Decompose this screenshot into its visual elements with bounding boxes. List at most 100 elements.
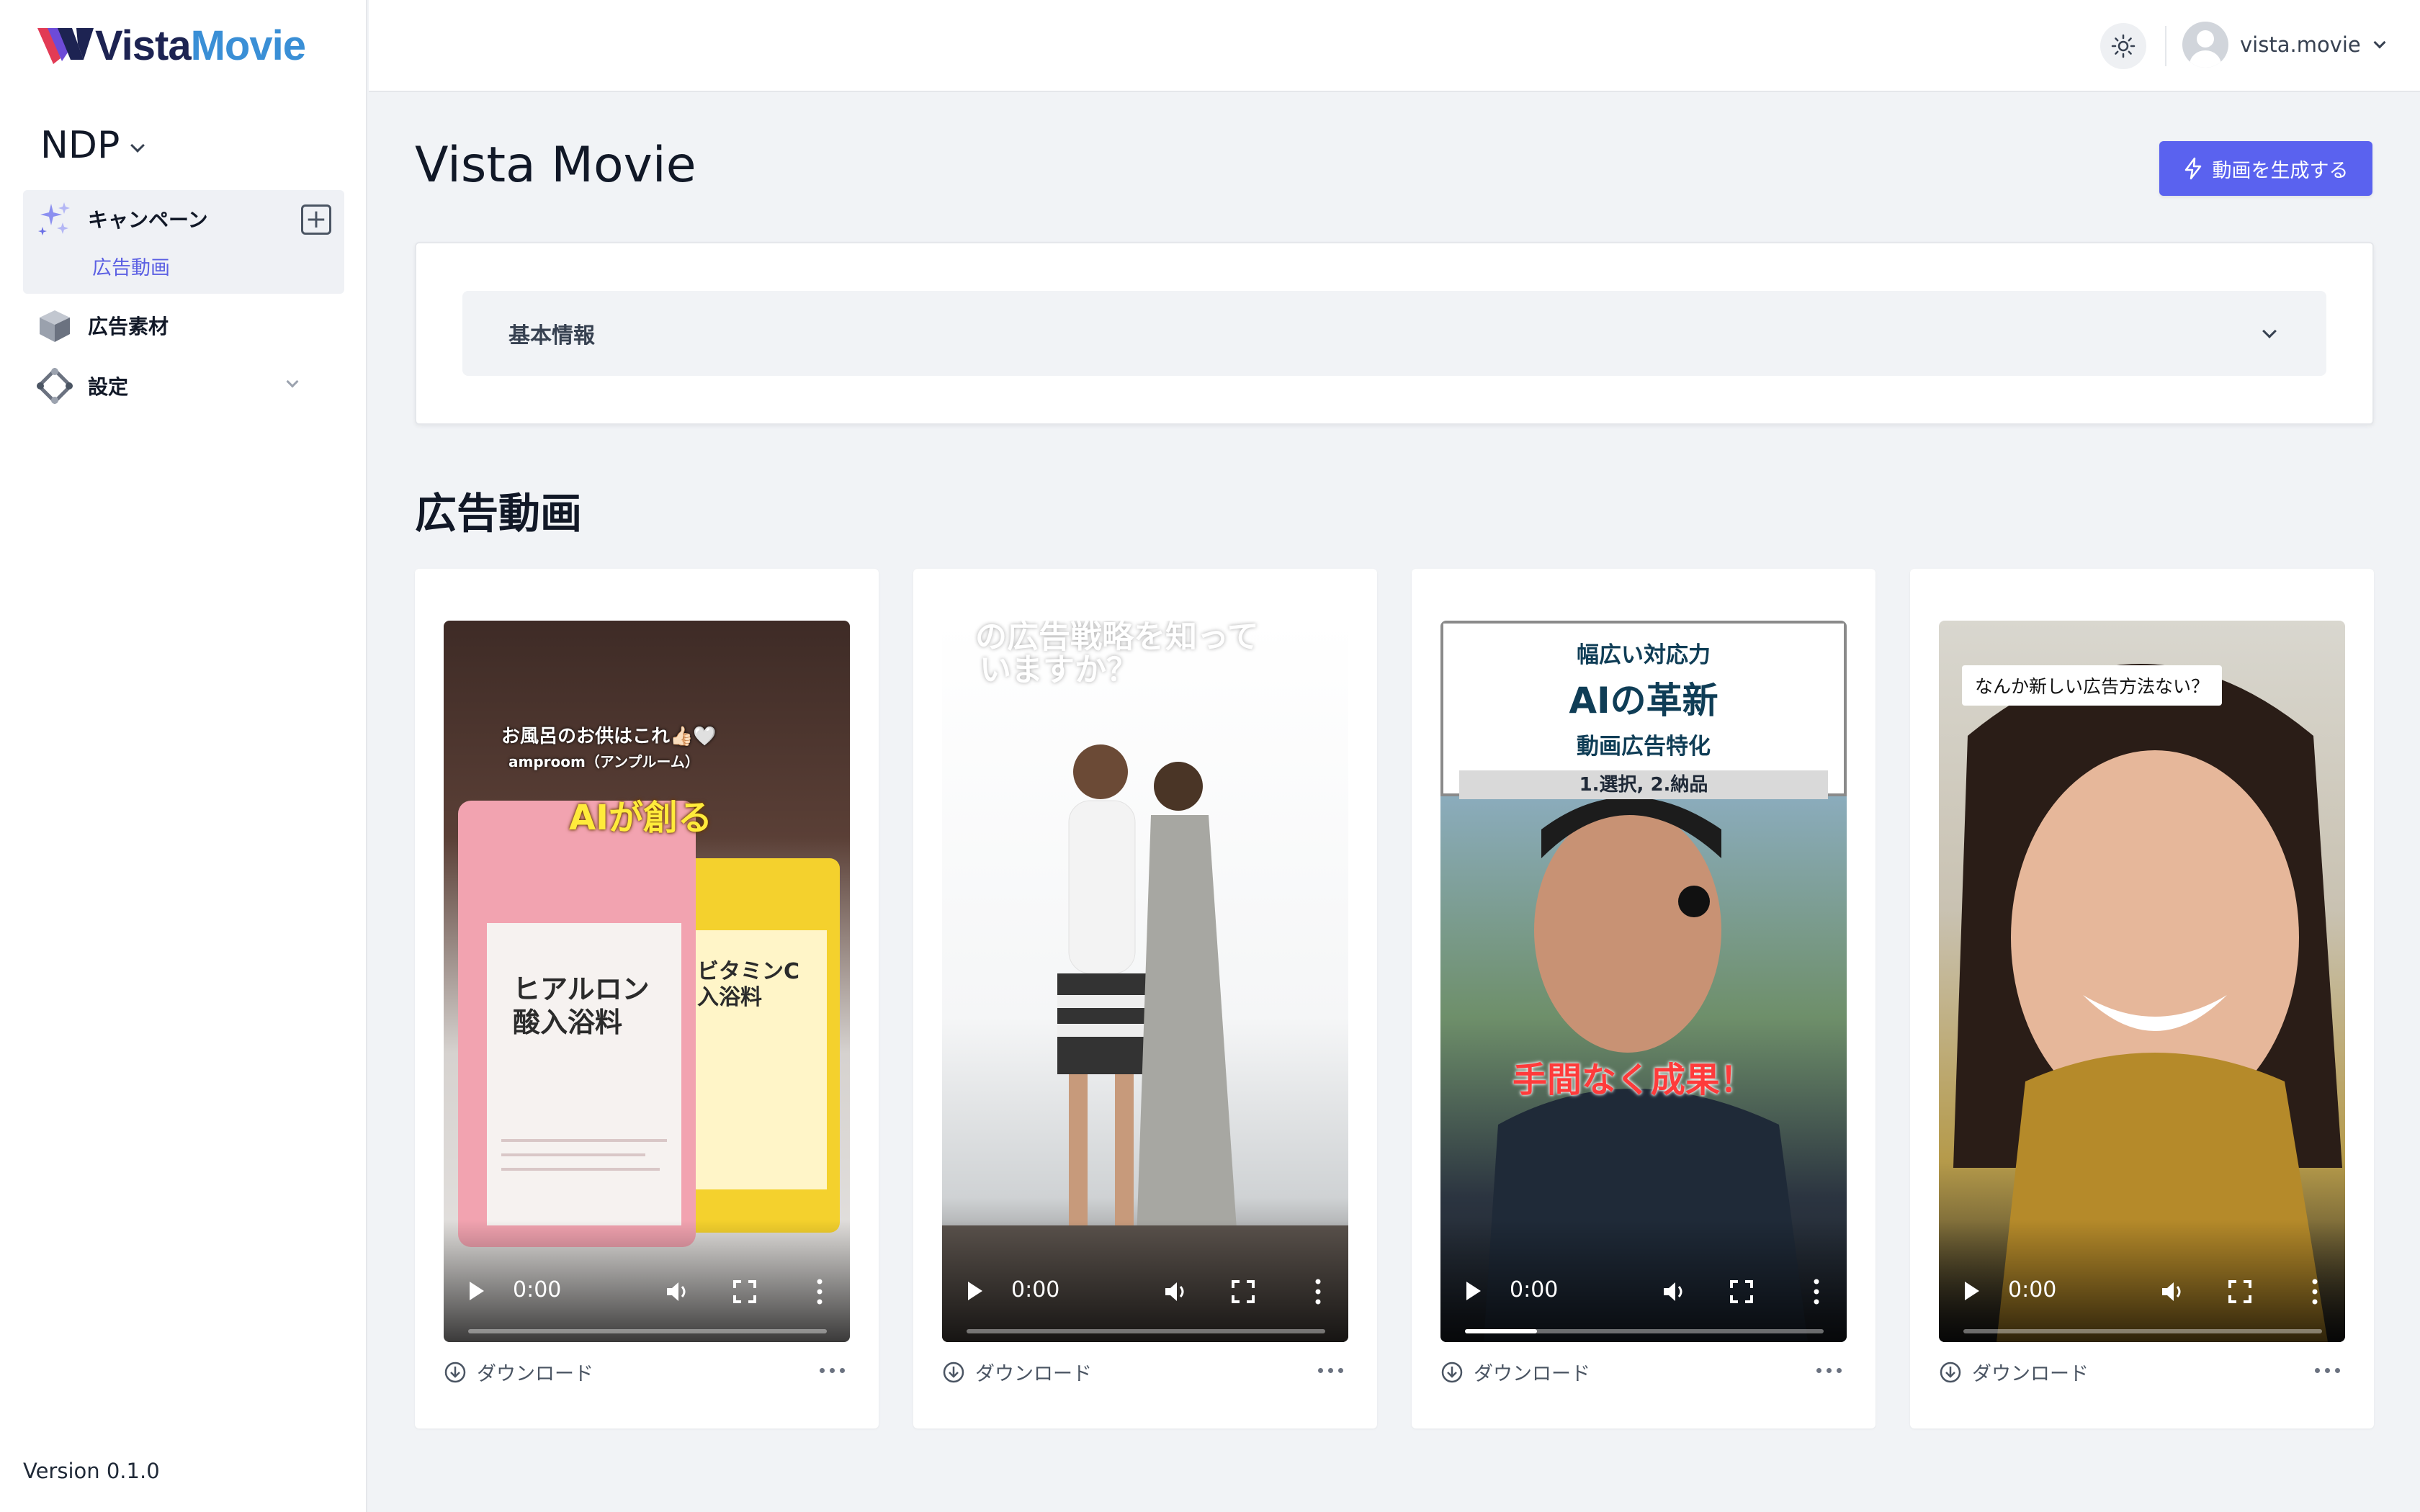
logo-text-movie: Movie (190, 22, 306, 69)
card-more-menu[interactable] (1318, 1368, 1343, 1373)
sidebar-item-campaign[interactable]: キャンペーン (36, 200, 208, 238)
package-label: ヒアルロン酸入浴料 (513, 973, 650, 1038)
download-label: ダウンロード (477, 1363, 593, 1385)
card-more-menu[interactable] (2315, 1368, 2340, 1373)
video-player[interactable]: 幅広い対応力 AIの革新 動画広告特化 1.選択, 2.納品 手間なく成果！ 0… (1440, 621, 1847, 1342)
fullscreen-icon[interactable] (1230, 1279, 1256, 1305)
chevron-down-icon (286, 375, 299, 388)
page-title: Vista Movie (415, 137, 696, 194)
generate-video-button[interactable]: 動画を生成する (2159, 141, 2372, 196)
volume-icon[interactable] (1659, 1277, 1688, 1306)
org-switcher[interactable]: NDP (40, 124, 145, 167)
avatar (2182, 22, 2228, 68)
sidebar-item-label: キャンペーン (88, 208, 208, 232)
video-card: お風呂のお供はこれ👍🏻🤍 amproom（アンプルーム） AIが創る ヒアルロン… (415, 569, 879, 1428)
video-card: なんか新しい広告方法ない？ 0:00 ダウンロード (1910, 569, 2374, 1428)
volume-icon[interactable] (663, 1277, 691, 1306)
settings-icon (36, 367, 73, 405)
brand-logo[interactable]: VistaMovie (36, 20, 306, 71)
basic-info-accordion[interactable]: 基本情報 (462, 291, 2326, 376)
card-more-menu[interactable] (820, 1368, 845, 1373)
top-bar: vista.movie (369, 0, 2420, 92)
topbar-divider (2165, 26, 2166, 66)
video-card: 幅広い対応力 AIの革新 動画広告特化 1.選択, 2.納品 手間なく成果！ 0… (1412, 569, 1876, 1428)
more-vertical-icon[interactable] (1314, 1277, 1322, 1306)
video-overlay-caption: 手間なく成果！ (1512, 1060, 1755, 1100)
download-label: ダウンロード (975, 1363, 1092, 1385)
chevron-down-icon (130, 138, 145, 153)
card-more-menu[interactable] (1816, 1368, 1842, 1373)
video-overlay-headline: AIが創る (569, 798, 713, 838)
video-card: の広告戦略を知って いますか？ 0:00 ダウンロード (913, 569, 1377, 1428)
progress-bar[interactable] (1963, 1329, 2322, 1333)
video-player[interactable]: なんか新しい広告方法ない？ 0:00 (1939, 621, 2345, 1342)
download-button[interactable]: ダウンロード (1440, 1358, 1590, 1386)
theme-toggle-button[interactable] (2100, 23, 2146, 69)
section-title: 広告動画 (415, 489, 583, 538)
fullscreen-icon[interactable] (1729, 1279, 1754, 1305)
download-icon (444, 1362, 466, 1382)
video-overlay-headline: AIの革新 (1569, 680, 1718, 721)
video-time: 0:00 (1011, 1277, 1060, 1302)
org-name: NDP (40, 124, 120, 167)
download-label: ダウンロード (1474, 1363, 1590, 1385)
sidebar-item-label: 広告素材 (88, 315, 169, 338)
download-icon (1441, 1362, 1463, 1382)
sparkles-icon (36, 200, 73, 238)
video-title-card: 幅広い対応力 AIの革新 動画広告特化 1.選択, 2.納品 (1440, 621, 1847, 799)
play-icon[interactable] (470, 1282, 484, 1300)
video-controls: 0:00 (1440, 1220, 1847, 1342)
video-time: 0:00 (2008, 1277, 2057, 1302)
video-overlay-text: いますか？ (980, 652, 1138, 688)
video-overlay-text: お風呂のお供はこれ👍🏻🤍 (501, 726, 717, 747)
download-icon (943, 1362, 964, 1382)
more-vertical-icon[interactable] (2311, 1277, 2319, 1306)
download-button[interactable]: ダウンロード (942, 1358, 1092, 1386)
play-icon[interactable] (1965, 1282, 1979, 1300)
play-icon[interactable] (968, 1282, 982, 1300)
volume-icon[interactable] (2158, 1277, 2187, 1306)
video-time: 0:00 (513, 1277, 562, 1302)
generate-video-label: 動画を生成する (2212, 159, 2349, 182)
sidebar-item-settings[interactable]: 設定 (36, 367, 299, 405)
video-overlay-text: amproom（アンプルーム） (508, 753, 699, 770)
user-name: vista.movie (2240, 32, 2361, 57)
volume-icon[interactable] (1161, 1277, 1190, 1306)
user-menu[interactable]: vista.movie (2182, 22, 2386, 68)
add-campaign-button[interactable]: + (301, 204, 331, 235)
lightning-icon (2184, 157, 2201, 180)
basic-info-panel: 基本情報 (415, 242, 2374, 425)
package-label: ビタミンC入浴料 (697, 959, 800, 1010)
progress-bar[interactable] (1465, 1329, 1824, 1333)
sidebar-subitem-ad-videos[interactable]: 広告動画 (92, 252, 170, 280)
sidebar: VistaMovie NDP キャンペーン + 広告動画 広告素材 設定 Ver… (0, 0, 367, 1512)
progress-bar[interactable] (468, 1329, 827, 1333)
video-controls: 0:00 (444, 1220, 850, 1342)
progress-bar[interactable] (967, 1329, 1325, 1333)
download-button[interactable]: ダウンロード (1939, 1358, 2089, 1386)
sidebar-item-assets[interactable]: 広告素材 (36, 307, 169, 344)
app-version: Version 0.1.0 (23, 1459, 160, 1483)
sidebar-item-label: 設定 (88, 375, 129, 399)
cube-icon (36, 307, 73, 344)
fullscreen-icon[interactable] (732, 1279, 758, 1305)
more-vertical-icon[interactable] (1812, 1277, 1821, 1306)
video-overlay-text: 動画広告特化 (1577, 734, 1711, 760)
download-button[interactable]: ダウンロード (444, 1358, 593, 1386)
speech-bubble: なんか新しい広告方法ない？ (1962, 665, 2223, 706)
more-vertical-icon[interactable] (815, 1277, 824, 1306)
video-player[interactable]: お風呂のお供はこれ👍🏻🤍 amproom（アンプルーム） AIが創る ヒアルロン… (444, 621, 850, 1342)
chevron-down-icon (2262, 324, 2277, 338)
fullscreen-icon[interactable] (2227, 1279, 2253, 1305)
video-controls: 0:00 (942, 1220, 1348, 1342)
video-overlay-text: 1.選択, 2.納品 (1459, 770, 1828, 799)
nav-group-campaign: キャンペーン + 広告動画 (23, 190, 344, 294)
video-overlay-text: 幅広い対応力 (1577, 642, 1711, 668)
logo-mark-icon (37, 28, 94, 64)
chevron-down-icon (2373, 36, 2386, 49)
video-time: 0:00 (1510, 1277, 1559, 1302)
video-controls: 0:00 (1939, 1220, 2345, 1342)
download-label: ダウンロード (1972, 1363, 2089, 1385)
video-player[interactable]: の広告戦略を知って いますか？ 0:00 (942, 621, 1348, 1342)
play-icon[interactable] (1466, 1282, 1481, 1300)
